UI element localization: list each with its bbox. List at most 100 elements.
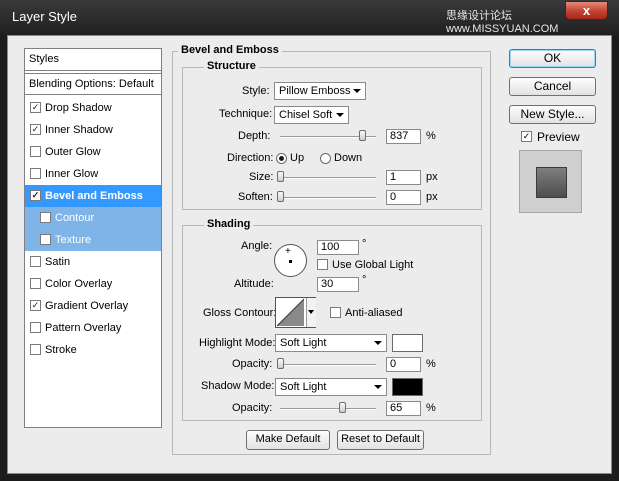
shadow-opacity-unit: % [426, 402, 436, 414]
bevel-emboss-title: Bevel and Emboss [178, 44, 282, 56]
soften-slider[interactable] [280, 197, 376, 199]
size-slider[interactable] [280, 177, 376, 179]
style-item-bevel-and-emboss[interactable]: ✓ Bevel and Emboss [25, 185, 161, 207]
style-item-outer-glow[interactable]: Outer Glow [25, 141, 161, 163]
angle-dial[interactable]: + [274, 244, 307, 277]
highlight-mode-select[interactable]: Soft Light [275, 334, 387, 352]
gloss-contour-picker[interactable] [275, 297, 316, 328]
highlight-opacity-unit: % [426, 358, 436, 370]
style-item-color-overlay[interactable]: Color Overlay [25, 273, 161, 295]
style-item-label: Gradient Overlay [45, 300, 129, 312]
structure-title: Structure [204, 60, 259, 72]
technique-label: Technique: [219, 108, 273, 120]
chevron-down-icon [353, 89, 361, 93]
anti-aliased-label: Anti-aliased [345, 307, 403, 319]
depth-label: Depth: [238, 130, 271, 142]
style-item-label: Pattern Overlay [45, 322, 122, 334]
highlight-opacity-input[interactable]: 0 [386, 357, 421, 372]
style-item-satin[interactable]: Satin [25, 251, 161, 273]
direction-label: Direction: [227, 152, 274, 164]
style-item-checkbox[interactable] [30, 146, 41, 157]
contour-dropdown-arrow[interactable] [306, 298, 316, 327]
style-item-checkbox[interactable] [40, 234, 51, 245]
shadow-opacity-label: Opacity: [232, 402, 273, 414]
highlight-color-swatch[interactable] [392, 334, 423, 352]
altitude-label: Altitude: [234, 278, 274, 290]
style-item-checkbox[interactable]: ✓ [30, 300, 41, 311]
direction-down-label: Down [334, 152, 363, 164]
styles-header[interactable]: Styles [25, 49, 161, 71]
style-item-inner-glow[interactable]: Inner Glow [25, 163, 161, 185]
angle-center-dot [289, 260, 292, 263]
style-item-checkbox[interactable] [30, 322, 41, 333]
highlight-opacity-thumb[interactable] [277, 358, 284, 369]
style-item-contour[interactable]: Contour [25, 207, 161, 229]
style-item-checkbox[interactable] [30, 168, 41, 179]
style-item-checkbox[interactable] [30, 256, 41, 267]
shadow-opacity-input[interactable]: 65 [386, 401, 421, 416]
ok-button[interactable]: OK [509, 49, 596, 68]
style-item-checkbox[interactable]: ✓ [30, 190, 41, 201]
style-item-gradient-overlay[interactable]: ✓ Gradient Overlay [25, 295, 161, 317]
altitude-input[interactable]: 30 [317, 277, 359, 292]
size-slider-thumb[interactable] [277, 171, 284, 182]
shadow-color-swatch[interactable] [392, 378, 423, 396]
anti-aliased-checkbox[interactable] [330, 307, 341, 318]
use-global-light-checkbox[interactable] [317, 259, 328, 270]
crosshair-icon: + [285, 246, 291, 257]
angle-input[interactable]: 100 [317, 240, 359, 255]
shadow-opacity-slider[interactable] [280, 408, 376, 410]
soften-input[interactable]: 0 [386, 190, 421, 205]
highlight-mode-label: Highlight Mode: [199, 337, 276, 349]
soften-slider-thumb[interactable] [277, 191, 284, 202]
soften-label: Soften: [238, 191, 273, 203]
style-item-checkbox[interactable]: ✓ [30, 102, 41, 113]
style-item-checkbox[interactable] [30, 344, 41, 355]
style-item-label: Color Overlay [45, 278, 113, 290]
chevron-down-icon [374, 341, 382, 345]
style-select[interactable]: Pillow Emboss [274, 82, 366, 100]
shadow-mode-select[interactable]: Soft Light [275, 378, 387, 396]
technique-select[interactable]: Chisel Soft [274, 106, 349, 124]
angle-unit: ° [362, 238, 367, 250]
direction-up-radio[interactable] [276, 153, 287, 164]
style-item-inner-shadow[interactable]: ✓ Inner Shadow [25, 119, 161, 141]
make-default-button[interactable]: Make Default [246, 430, 330, 450]
preview-checkbox[interactable]: ✓ [521, 131, 532, 142]
window-title: Layer Style [12, 9, 78, 24]
chevron-down-icon [374, 385, 382, 389]
depth-slider-thumb[interactable] [358, 130, 366, 141]
style-item-label: Contour [55, 212, 95, 224]
preview-label: Preview [537, 130, 580, 144]
cancel-button[interactable]: Cancel [509, 77, 596, 96]
style-item-label: Satin [45, 256, 71, 268]
size-input[interactable]: 1 [386, 170, 421, 185]
style-item-texture[interactable]: Texture [25, 229, 161, 251]
style-preview [519, 150, 582, 213]
shadow-opacity-thumb[interactable] [339, 402, 347, 413]
size-label: Size: [249, 171, 274, 183]
style-item-label: Stroke [45, 344, 77, 356]
style-item-checkbox[interactable] [40, 212, 51, 223]
style-item-checkbox[interactable] [30, 278, 41, 289]
depth-input[interactable]: 837 [386, 129, 421, 144]
reset-to-default-button[interactable]: Reset to Default [337, 430, 424, 450]
use-global-light-label: Use Global Light [332, 259, 414, 271]
new-style-button[interactable]: New Style... [509, 105, 596, 124]
gloss-contour-label: Gloss Contour: [203, 307, 277, 319]
title-bar[interactable]: Layer Style 思缘设计论坛 www.MISSYUAN.COM x [0, 0, 619, 36]
highlight-opacity-slider[interactable] [280, 364, 376, 366]
preview-swatch [536, 167, 567, 198]
highlight-mode-value: Soft Light [280, 337, 327, 349]
shadow-mode-value: Soft Light [280, 381, 327, 393]
close-button[interactable]: x [565, 1, 608, 20]
style-item-drop-shadow[interactable]: ✓ Drop Shadow [25, 97, 161, 119]
blending-options-item[interactable]: Blending Options: Default [25, 73, 161, 95]
style-item-stroke[interactable]: Stroke [25, 339, 161, 361]
soften-unit: px [426, 191, 438, 203]
style-item-pattern-overlay[interactable]: Pattern Overlay [25, 317, 161, 339]
direction-down-radio[interactable] [320, 153, 331, 164]
angle-label: Angle: [241, 240, 273, 252]
style-item-checkbox[interactable]: ✓ [30, 124, 41, 135]
style-select-value: Pillow Emboss [279, 85, 351, 97]
